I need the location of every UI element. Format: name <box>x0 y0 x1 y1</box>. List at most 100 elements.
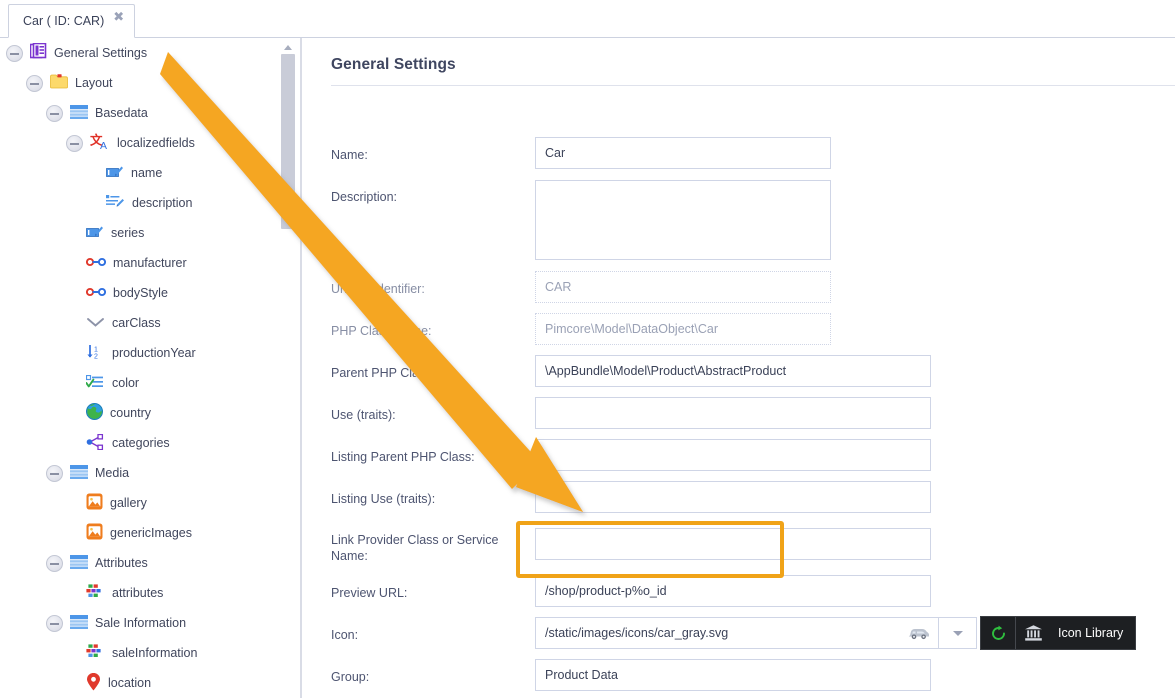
relation-icon <box>85 286 107 301</box>
parent-php-class-label: Parent PHP Class: <box>331 366 435 380</box>
name-input[interactable]: Car <box>535 137 831 169</box>
unique-identifier-label: Unique identifier: <box>331 282 425 296</box>
map-marker-icon <box>86 672 101 694</box>
tree-expander-icon[interactable] <box>46 614 63 632</box>
tree-node-label: genericImages <box>110 526 192 540</box>
preview-url-highlight-box <box>516 521 784 578</box>
pimcore-class-editor-window: Car ( ID: CAR) ✖ General Settings Layout B… <box>0 0 1175 698</box>
globe-icon <box>86 403 103 423</box>
tree-node[interactable]: Media <box>0 458 288 488</box>
tree-node[interactable]: manufacturer <box>0 248 288 278</box>
listing-parent-php-class-input[interactable] <box>535 439 931 471</box>
tree-node[interactable]: color <box>0 368 288 398</box>
parent-php-class-input[interactable]: \AppBundle\Model\Product\AbstractProduct <box>535 355 931 387</box>
tree-node[interactable]: series <box>0 218 288 248</box>
tree-node[interactable]: carClass <box>0 308 288 338</box>
panel-icon <box>70 104 88 122</box>
tree-node[interactable]: General Settings <box>0 38 288 68</box>
tree-node[interactable]: name <box>0 158 288 188</box>
listing-use-traits-input[interactable] <box>535 481 931 513</box>
tree-node[interactable]: location <box>0 668 288 698</box>
svg-text:1: 1 <box>94 346 98 353</box>
tree-expander-icon[interactable] <box>26 74 43 92</box>
tree-node[interactable]: categories <box>0 428 288 458</box>
icon-input[interactable]: /static/images/icons/car_gray.svg <box>535 617 939 649</box>
tree-node[interactable]: gallery <box>0 488 288 518</box>
tree-expander-icon[interactable] <box>66 134 83 152</box>
tree-node[interactable]: 文 A localizedfields <box>0 128 288 158</box>
class-definition-icon <box>29 42 47 63</box>
node-tree-icon <box>86 433 105 453</box>
description-textarea[interactable] <box>535 180 831 260</box>
table-block-icon <box>86 644 105 662</box>
preview-url-input[interactable]: /shop/product-p%o_id <box>535 575 931 607</box>
library-icon <box>1016 617 1050 649</box>
input-field-icon <box>86 225 104 242</box>
translate-icon: 文A <box>90 133 110 153</box>
icon-library-button[interactable]: Icon Library <box>980 616 1137 650</box>
tree-scrollbar-thumb[interactable] <box>281 54 295 229</box>
chevron-down-icon <box>952 630 963 636</box>
tree-node[interactable]: 1 2 productionYear <box>0 338 288 368</box>
tree-node-label: location <box>108 676 152 690</box>
tree-node[interactable]: description <box>0 188 288 218</box>
tab-car[interactable]: Car ( ID: CAR) ✖ <box>8 4 136 38</box>
panel-icon <box>70 464 88 482</box>
folder-icon <box>50 74 68 92</box>
image-icon <box>86 493 103 513</box>
scroll-up-arrow-icon[interactable] <box>281 41 295 53</box>
tree-node-label: productionYear <box>112 346 196 360</box>
unique-identifier-input: CAR <box>535 271 831 303</box>
tree-node[interactable]: genericImages <box>0 518 288 548</box>
php-class-name-label: PHP Class Name: <box>331 324 432 338</box>
tree-node-label: Media <box>95 466 130 480</box>
tree-node-label: gallery <box>110 496 147 510</box>
checkbox-list-icon <box>85 374 105 392</box>
tree-node[interactable]: Basedata <box>0 98 288 128</box>
preview-url-label: Preview URL: <box>331 586 408 600</box>
refresh-icon[interactable] <box>981 617 1015 649</box>
image-icon <box>86 523 103 543</box>
class-tree-panel: General Settings Layout Basedata 文 A localize… <box>0 38 302 698</box>
tree-expander-icon[interactable] <box>6 44 23 62</box>
group-input[interactable]: Product Data <box>535 659 931 691</box>
tree-node[interactable]: Attributes <box>0 548 288 578</box>
car-icon <box>908 627 930 640</box>
tree-node-label: color <box>112 376 140 390</box>
class-tree: General Settings Layout Basedata 文 A localize… <box>0 38 288 698</box>
tree-expander-icon[interactable] <box>46 104 63 122</box>
svg-text:A: A <box>100 140 107 150</box>
icon-input-value: /static/images/icons/car_gray.svg <box>545 626 729 640</box>
tree-node-label: carClass <box>112 316 161 330</box>
tree-node-label: name <box>131 166 163 180</box>
link-provider-label: Link Provider Class or Service Name: <box>331 533 499 563</box>
tree-node[interactable]: bodyStyle <box>0 278 288 308</box>
description-label: Description: <box>331 190 397 204</box>
tree-node-label: Sale Information <box>95 616 187 630</box>
tree-expander-icon[interactable] <box>46 464 63 482</box>
tree-node[interactable]: saleInformation <box>0 638 288 668</box>
group-label: Group: <box>331 670 370 684</box>
php-class-name-input: Pimcore\Model\DataObject\Car <box>535 313 831 345</box>
tree-node[interactable]: attributes <box>0 578 288 608</box>
tree-node[interactable]: Sale Information <box>0 608 288 638</box>
tree-expander-icon[interactable] <box>46 554 63 572</box>
use-traits-input[interactable] <box>535 397 931 429</box>
tree-node-label: bodyStyle <box>113 286 168 300</box>
textarea-icon <box>106 194 125 212</box>
tree-node-label: series <box>111 226 145 240</box>
listing-use-traits-label: Listing Use (traits): <box>331 492 436 506</box>
close-icon[interactable]: ✖ <box>112 11 125 24</box>
tree-node-label: country <box>110 406 151 420</box>
tree-node[interactable]: Layout <box>0 68 288 98</box>
use-traits-label: Use (traits): <box>331 408 396 422</box>
tree-node-label: Layout <box>75 76 113 90</box>
general-settings-form: Name: Car Description: Unique identifier… <box>303 38 1175 698</box>
table-block-icon <box>86 584 105 602</box>
tree-node[interactable]: country <box>0 398 288 428</box>
listing-parent-php-class-label: Listing Parent PHP Class: <box>331 450 475 464</box>
icon-label: Icon: <box>331 628 359 642</box>
icon-dropdown-trigger[interactable] <box>939 617 977 649</box>
tab-bar: Car ( ID: CAR) ✖ <box>0 0 1175 38</box>
svg-text:2: 2 <box>94 353 98 360</box>
